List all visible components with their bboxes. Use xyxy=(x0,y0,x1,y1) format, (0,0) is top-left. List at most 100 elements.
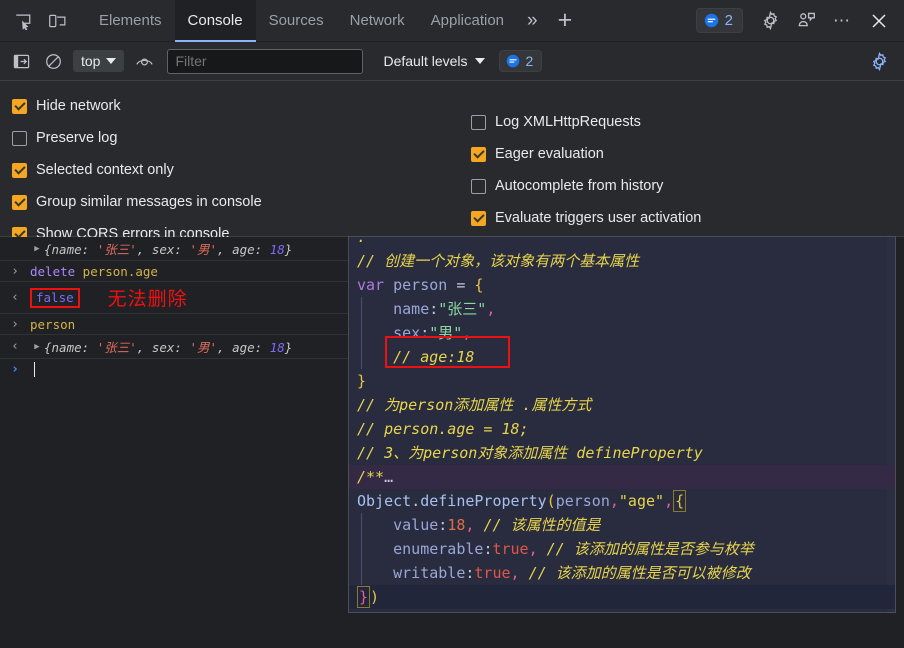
setting-label: Selected context only xyxy=(36,162,174,178)
tab-network[interactable]: Network xyxy=(337,0,418,42)
console-row-input-person[interactable]: › person xyxy=(0,314,348,335)
gear-icon[interactable] xyxy=(753,4,787,38)
value-sex: '男' xyxy=(189,340,218,355)
brace-open: { xyxy=(44,242,52,257)
console-output[interactable]: ▶ {name: '张三', sex: '男', age: 18} › dele… xyxy=(0,237,348,648)
checkbox-evaluate-triggers-activation[interactable] xyxy=(471,210,486,226)
code-segment: , xyxy=(486,300,496,318)
console-row-input[interactable]: › delete person.age xyxy=(0,261,348,282)
setting-autocomplete-history[interactable]: Autocomplete from history xyxy=(471,170,904,202)
setting-hide-network[interactable]: Hide network xyxy=(12,90,460,122)
message-icon xyxy=(506,54,519,68)
device-toolbar-icon[interactable] xyxy=(40,4,74,38)
code-segment: . xyxy=(411,492,421,510)
feedback-icon[interactable] xyxy=(789,4,823,38)
expander-triangle-icon[interactable]: ▶ xyxy=(30,342,44,352)
checkbox-log-xhr[interactable] xyxy=(471,114,486,130)
row-gutter-input-arrow: › xyxy=(11,263,19,279)
checkbox-group-similar[interactable] xyxy=(12,194,27,210)
chevron-down-icon xyxy=(474,58,485,64)
setting-preserve-log[interactable]: Preserve log xyxy=(12,122,460,154)
tabbar-actions: 2 ⋯ xyxy=(695,4,904,38)
filter-input[interactable] xyxy=(167,48,364,74)
tab-application[interactable]: Application xyxy=(418,0,517,42)
execution-context-select[interactable]: top xyxy=(73,50,125,72)
code-segment: enumerable xyxy=(393,540,484,558)
console-settings-group xyxy=(864,47,904,75)
bracket-match-highlight-close: } xyxy=(357,586,371,608)
code-segment: // 为person添加属性 .属性方式 xyxy=(357,396,592,414)
indent-guide xyxy=(361,345,362,369)
key-age: age: xyxy=(232,242,270,257)
brace-close: } xyxy=(284,340,293,355)
tab-elements[interactable]: Elements xyxy=(86,0,175,42)
overflow-menu-icon[interactable]: ⋯ xyxy=(825,11,860,31)
indent-guide xyxy=(361,537,362,561)
row-gutter-result-arrow: ‹ xyxy=(11,339,19,354)
brace-open: { xyxy=(44,340,52,355)
key-name: name: xyxy=(51,340,97,355)
setting-label: Hide network xyxy=(36,98,121,114)
close-icon[interactable] xyxy=(862,4,896,38)
editor-line-3: name:"张三", xyxy=(349,297,895,321)
console-prompt-row[interactable]: › xyxy=(0,359,348,380)
more-tabs-icon[interactable]: » xyxy=(517,0,548,42)
inspect-element-icon[interactable] xyxy=(6,4,40,38)
toolbar-message-count-badge[interactable]: 2 xyxy=(498,50,543,72)
code-segment-age-comment: // age:18 xyxy=(393,348,475,366)
sep: , xyxy=(136,242,152,257)
editor-line-5: // age:18 xyxy=(349,345,895,369)
value-age: 18 xyxy=(269,242,285,257)
expander-triangle-icon[interactable]: ▶ xyxy=(30,244,44,254)
code-segment: ( xyxy=(546,492,556,510)
toolbar-message-count-text: 2 xyxy=(525,53,534,69)
clear-console-icon[interactable] xyxy=(38,47,68,75)
editor-line-12: value:18, // 该属性的值是 xyxy=(349,513,895,537)
editor-line-4: sex:"男", xyxy=(349,321,895,345)
setting-log-xhr[interactable]: Log XMLHttpRequests xyxy=(471,106,904,138)
code-segment: true xyxy=(492,540,529,558)
checkbox-preserve-log[interactable] xyxy=(12,130,27,146)
tab-console[interactable]: Console xyxy=(174,0,256,42)
editor-line-8: // person.age = 18; xyxy=(349,417,895,441)
code-editor-panel[interactable]: . // 创建一个对象，该对象有两个基本属性 var person = { na… xyxy=(348,236,896,613)
console-sidebar-toggle-icon[interactable] xyxy=(6,47,36,75)
editor-line-partial: . xyxy=(349,237,895,249)
key-sex: sex: xyxy=(151,242,190,257)
new-tab-button[interactable]: + xyxy=(548,0,583,42)
message-count-badge[interactable]: 2 xyxy=(695,8,743,33)
console-row-result-object-2[interactable]: ‹ ▶ {name: '张三', sex: '男', age: 18} xyxy=(0,335,348,359)
code-segment: writable xyxy=(393,564,466,582)
bracket-match-highlight: { xyxy=(673,490,687,512)
setting-eager-evaluation[interactable]: Eager evaluation xyxy=(471,138,904,170)
setting-evaluate-triggers-activation[interactable]: Evaluate triggers user activation xyxy=(471,202,904,234)
console-row-result-object[interactable]: ▶ {name: '张三', sex: '男', age: 18} xyxy=(0,237,348,261)
checkbox-autocomplete-history[interactable] xyxy=(471,178,486,194)
console-row-result-false[interactable]: ‹ false 无法删除 xyxy=(0,282,348,314)
fold-ellipsis[interactable]: … xyxy=(384,468,393,486)
editor-line-2: var person = { xyxy=(349,273,895,297)
text-caret xyxy=(34,362,35,377)
editor-line-13: enumerable:true, // 该添加的属性是否参与枚举 xyxy=(349,537,895,561)
log-levels-select[interactable]: Default levels xyxy=(383,53,485,69)
setting-label: Autocomplete from history xyxy=(495,178,664,194)
brace-close: } xyxy=(284,242,293,257)
setting-selected-context-only[interactable]: Selected context only xyxy=(12,154,460,186)
checkbox-selected-context-only[interactable] xyxy=(12,162,27,178)
console-settings-gear-icon[interactable] xyxy=(864,47,894,75)
setting-group-similar[interactable]: Group similar messages in console xyxy=(12,186,460,218)
live-expression-eye-icon[interactable] xyxy=(129,47,159,75)
checkbox-eager-evaluation[interactable] xyxy=(471,146,486,162)
input-expression: delete person.age xyxy=(30,264,158,279)
tab-sources[interactable]: Sources xyxy=(256,0,337,42)
key-age: age: xyxy=(232,340,270,355)
code-segment: = xyxy=(447,276,475,294)
editor-line-folded-comment[interactable]: /**… xyxy=(349,465,895,489)
checkbox-hide-network[interactable] xyxy=(12,98,27,114)
code-segment: // 3、为person对象添加属性 defineProperty xyxy=(357,444,703,462)
